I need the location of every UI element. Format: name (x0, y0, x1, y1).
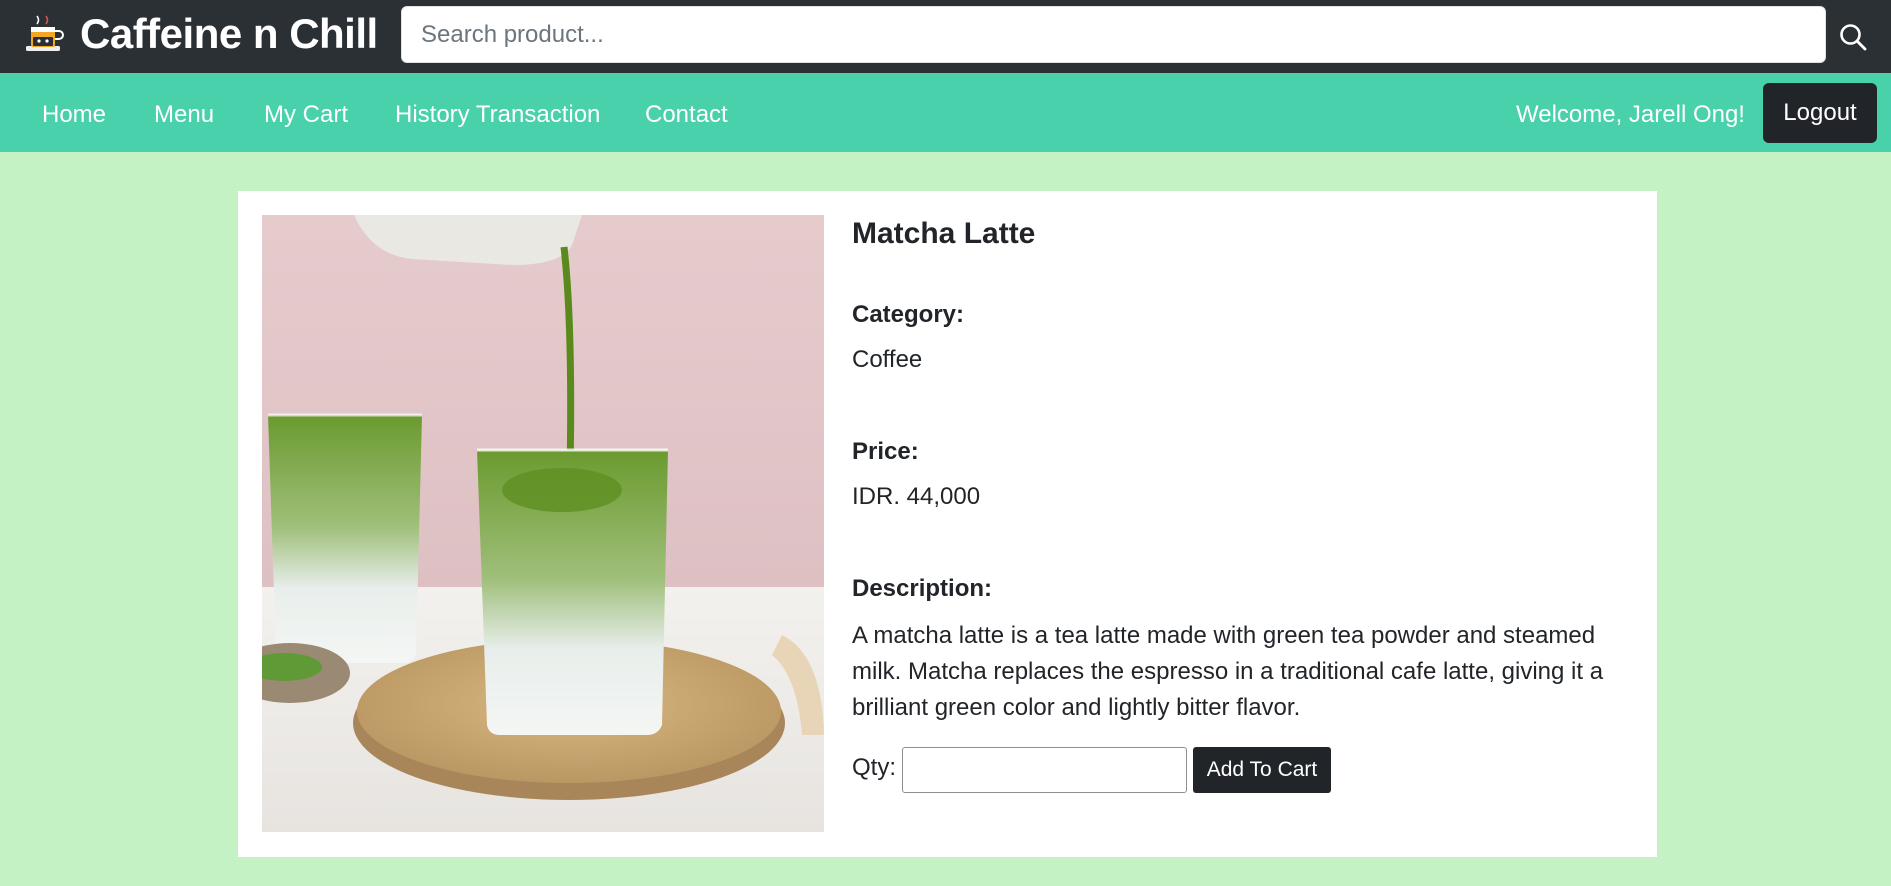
product-image (262, 215, 824, 832)
price-value: IDR. 44,000 (852, 483, 981, 510)
search-input[interactable] (402, 7, 1825, 62)
add-to-cart-button[interactable]: Add To Cart (1193, 747, 1331, 793)
brand[interactable]: Caffeine n Chill (22, 10, 378, 58)
top-bar: Caffeine n Chill (0, 0, 1891, 73)
product-detail-card: Matcha Latte Category: Coffee Price: IDR… (238, 191, 1657, 857)
nav-contact[interactable]: Contact (645, 73, 728, 152)
nav-home[interactable]: Home (42, 73, 106, 152)
nav-history-transaction[interactable]: History Transaction (395, 73, 600, 152)
qty-label: Qty: (852, 754, 897, 781)
nav-menu[interactable]: Menu (154, 73, 214, 152)
qty-input[interactable] (902, 747, 1187, 793)
coffee-cup-logo-icon (26, 15, 64, 51)
search-box (401, 6, 1826, 63)
welcome-message: Welcome, Jarell Ong! (1516, 101, 1745, 128)
logout-button[interactable]: Logout (1763, 83, 1877, 143)
main-navbar: Home Menu My Cart History Transaction Co… (0, 73, 1891, 152)
search-icon[interactable] (1838, 22, 1868, 52)
category-label: Category: (852, 301, 965, 328)
nav-my-cart[interactable]: My Cart (264, 73, 348, 152)
category-value: Coffee (852, 346, 923, 373)
product-name: Matcha Latte (852, 217, 1036, 250)
description-label: Description: (852, 575, 993, 602)
brand-name: Caffeine n Chill (80, 10, 378, 57)
description-text: A matcha latte is a tea latte made with … (852, 622, 1604, 721)
price-label: Price: (852, 438, 919, 465)
